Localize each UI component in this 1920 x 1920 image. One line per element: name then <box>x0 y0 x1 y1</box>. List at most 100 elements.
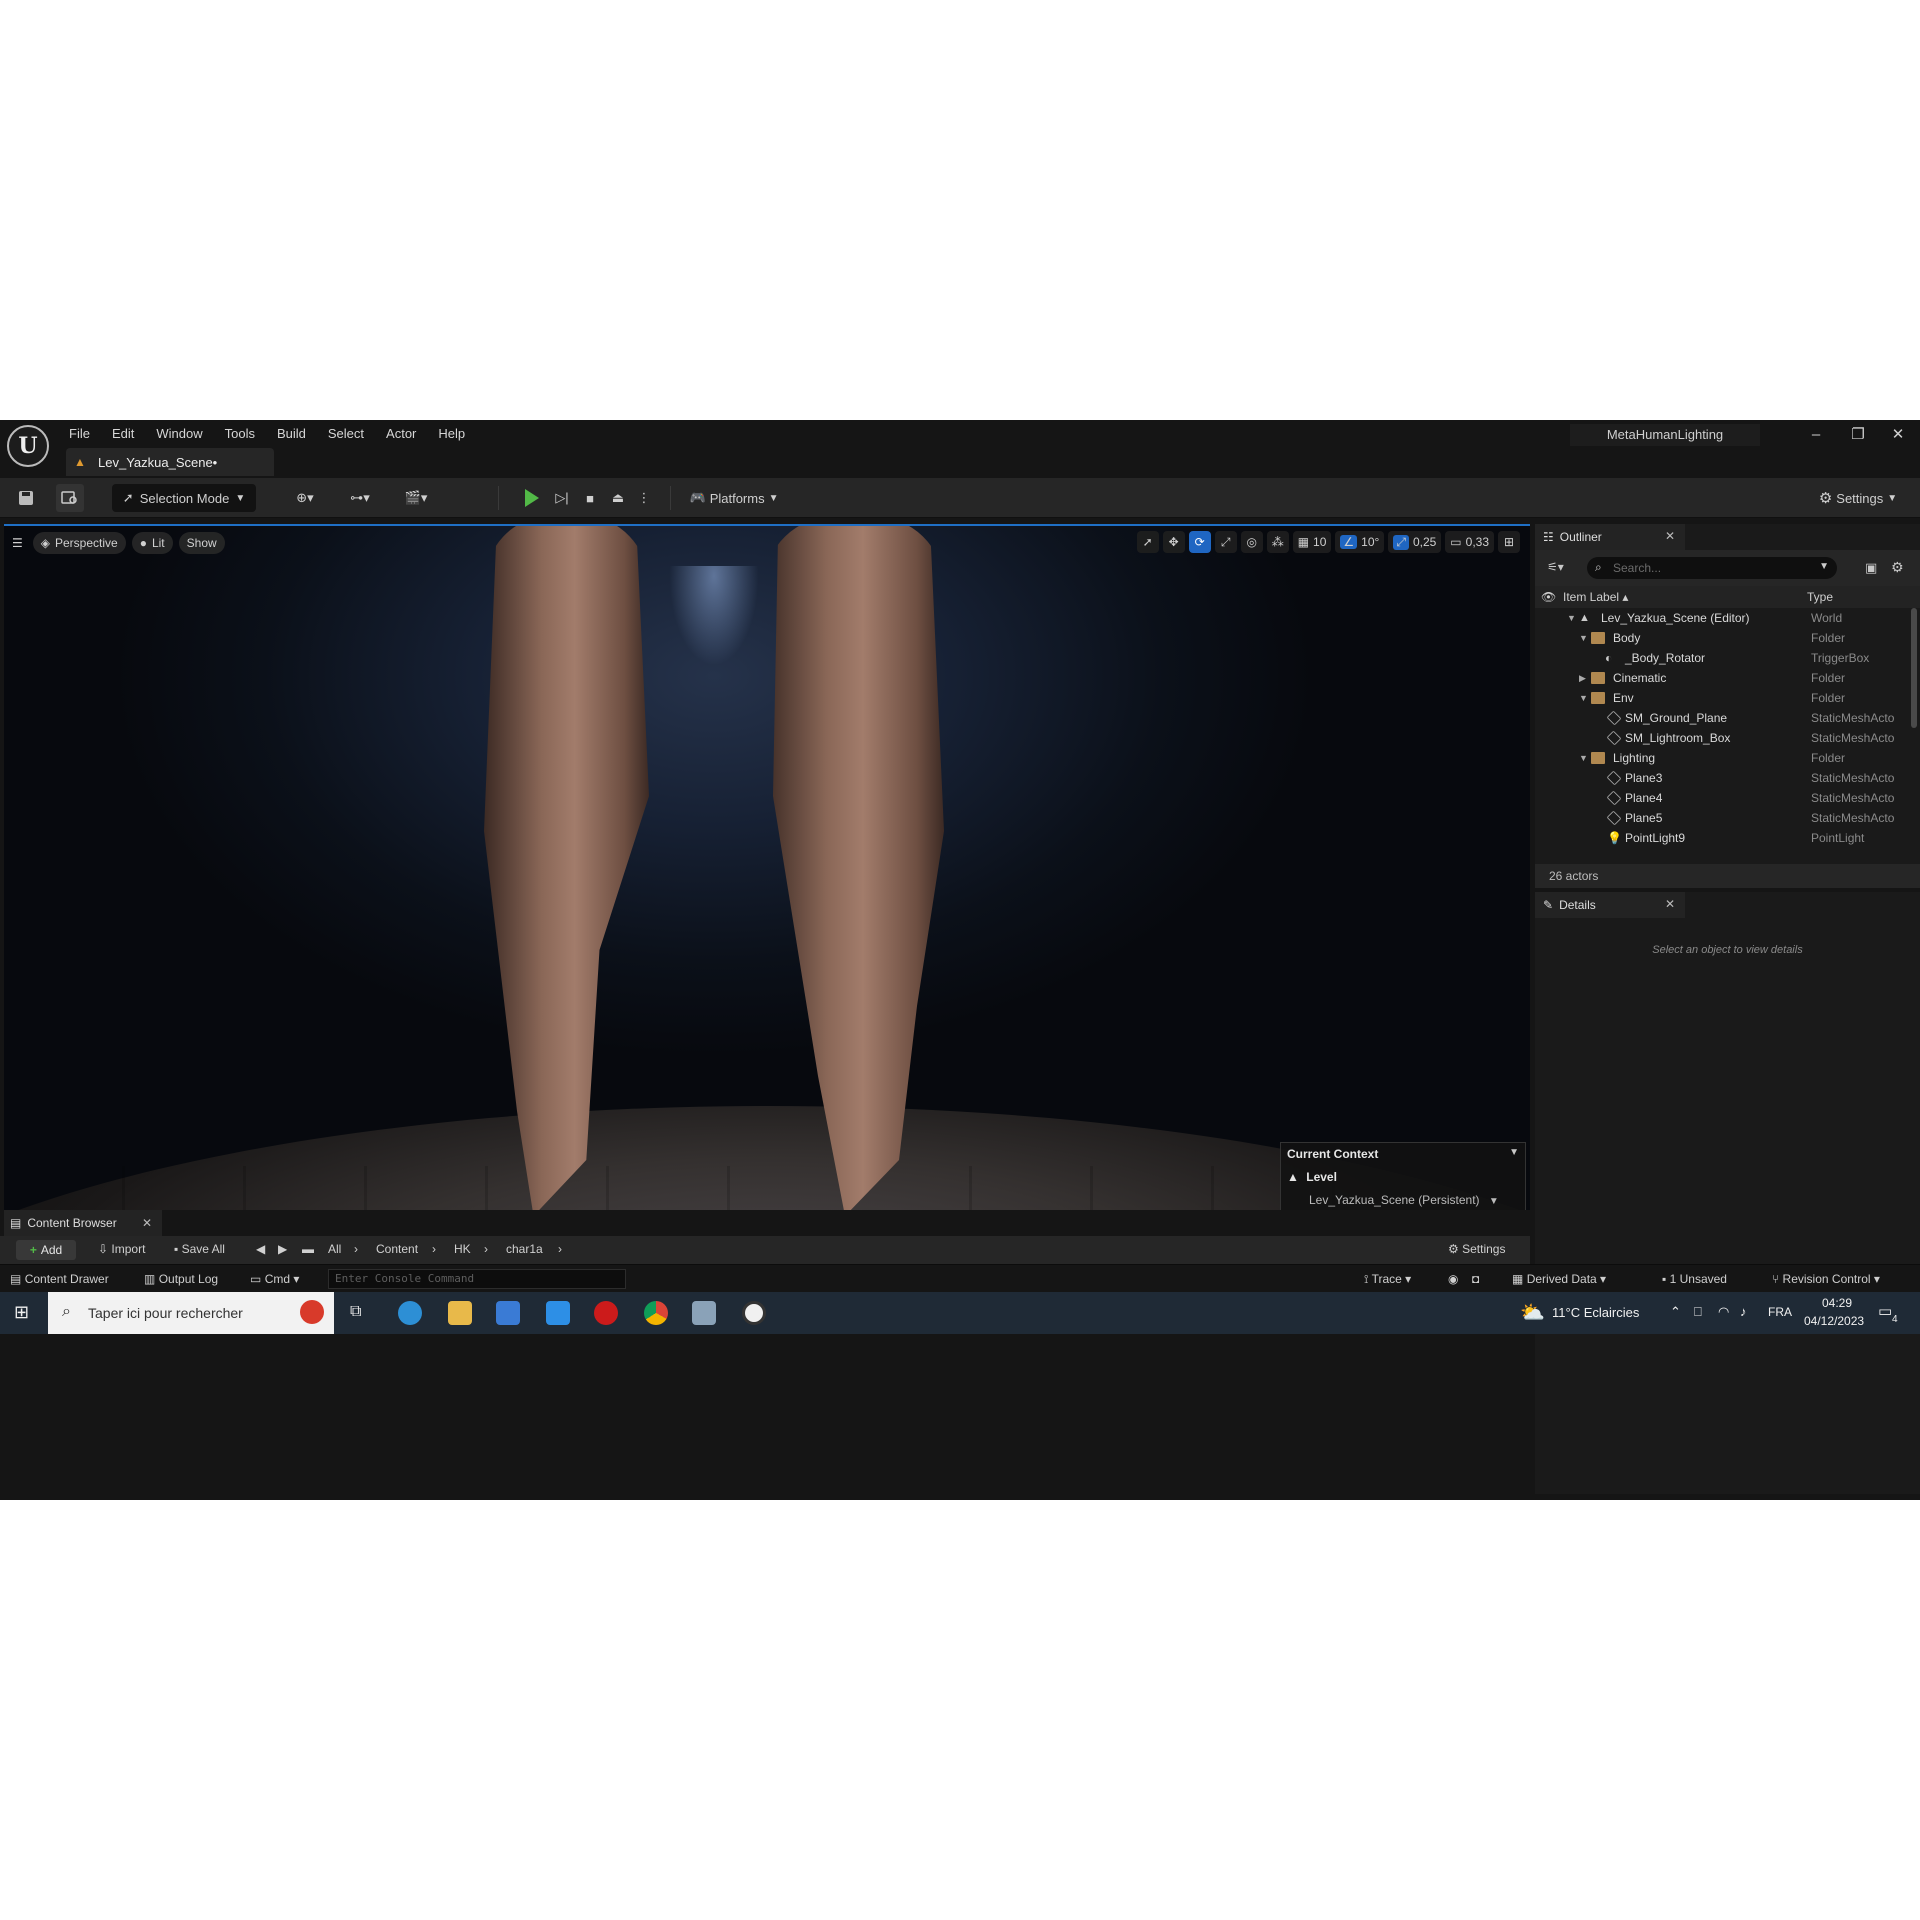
breadcrumb-hk[interactable]: HK <box>454 1242 471 1256</box>
trace-dropdown[interactable]: ⟟ Trace ▾ <box>1364 1272 1411 1287</box>
add-actor-icon[interactable]: ⊕▾ <box>286 484 324 512</box>
mail-icon[interactable] <box>546 1301 570 1325</box>
platforms-dropdown[interactable]: 🎮 Platforms ▼ <box>684 484 784 512</box>
clock-time[interactable]: 04:29 <box>1822 1296 1852 1310</box>
rotation-snap-button[interactable]: ∠ 10° <box>1335 531 1385 553</box>
forward-icon[interactable]: ▶ <box>278 1242 287 1256</box>
add-folder-icon[interactable]: ▣ <box>1865 560 1877 576</box>
cinematics-icon[interactable]: 🎬▾ <box>396 484 436 512</box>
unreal-logo-icon[interactable]: U <box>7 425 49 467</box>
save-all-button[interactable]: ▪ Save All <box>174 1242 225 1256</box>
weather-icon[interactable]: ⛅ <box>1520 1300 1545 1325</box>
revision-control-dropdown[interactable]: ⑂ Revision Control ▾ <box>1772 1272 1880 1286</box>
more-options-icon[interactable]: ⋮ <box>634 484 654 512</box>
close-icon[interactable]: ✕ <box>142 1216 152 1230</box>
list-item[interactable]: ▼ Lighting Folder <box>1535 748 1909 768</box>
record-icon[interactable]: ◉ <box>1448 1272 1458 1286</box>
clock-date[interactable]: 04/12/2023 <box>1804 1314 1864 1328</box>
outliner-scrollbar[interactable] <box>1911 608 1917 728</box>
browse-icon[interactable] <box>56 484 84 512</box>
close-icon[interactable]: ✕ <box>1665 897 1675 911</box>
level-document-tab[interactable]: ▲ Lev_Yazkua_Scene• <box>66 448 274 476</box>
opera-icon[interactable] <box>594 1301 618 1325</box>
perspective-button[interactable]: ◈ Perspective <box>32 532 126 554</box>
console-command-input[interactable]: Enter Console Command <box>328 1269 626 1289</box>
expand-arrow-icon[interactable]: ▼ <box>1567 608 1576 628</box>
level-viewport[interactable]: ☰ ◈ Perspective ● Lit Show ➚ ✥ ⟳ ⤢ ◎ ⁂ ▦… <box>4 524 1530 1210</box>
breadcrumb-char1a[interactable]: char1a <box>506 1242 543 1256</box>
camera-speed-button[interactable]: ▭ 0,33 <box>1445 531 1494 553</box>
selection-mode-dropdown[interactable]: ➚ Selection Mode ▼ <box>112 484 256 512</box>
chevron-up-icon[interactable]: ⌃ <box>1670 1304 1681 1320</box>
list-item[interactable]: ▼ ▲ Lev_Yazkua_Scene (Editor) World <box>1535 608 1909 628</box>
device-icon[interactable]: ⎕ <box>1694 1304 1702 1320</box>
viewport-menu-icon[interactable]: ☰ <box>8 532 27 554</box>
move-tool-icon[interactable]: ✥ <box>1162 531 1185 553</box>
chevron-down-icon[interactable]: ▼ <box>1509 1147 1519 1158</box>
rotate-tool-icon[interactable]: ⟳ <box>1188 531 1211 553</box>
list-item[interactable]: Plane5 StaticMeshActo <box>1535 808 1909 828</box>
wifi-icon[interactable]: ◠ <box>1718 1304 1729 1320</box>
eject-icon[interactable]: ⏏ <box>606 484 630 512</box>
expand-arrow-icon[interactable]: ▼ <box>1579 748 1588 768</box>
visibility-eye-icon[interactable]: 👁 <box>1541 590 1556 604</box>
menu-tools[interactable]: Tools <box>214 424 266 444</box>
select-tool-icon[interactable]: ➚ <box>1136 531 1159 553</box>
list-item[interactable]: ▼ Env Folder <box>1535 688 1909 708</box>
outliner-tab[interactable]: ☷ Outliner ✕ <box>1535 524 1685 550</box>
content-browser-tab[interactable]: ▤ Content Browser ✕ <box>4 1210 162 1236</box>
outliner-settings-icon[interactable]: ⚙ <box>1891 559 1904 576</box>
derived-data-dropdown[interactable]: ▦ Derived Data ▾ <box>1512 1272 1606 1286</box>
windows-start-icon[interactable]: ⊞ <box>14 1302 29 1323</box>
store-icon[interactable] <box>496 1301 520 1325</box>
menu-edit[interactable]: Edit <box>101 424 145 444</box>
app-window-icon[interactable] <box>692 1301 716 1325</box>
list-item[interactable]: ◐ _Body_Rotator TriggerBox <box>1535 648 1909 668</box>
weather-text[interactable]: 11°C Eclaircies <box>1552 1305 1639 1320</box>
import-button[interactable]: ⇩ Import <box>98 1242 145 1256</box>
folder-icon[interactable]: ▬ <box>302 1242 314 1256</box>
grid-snap-button[interactable]: ▦ 10 <box>1292 531 1332 553</box>
menu-build[interactable]: Build <box>266 424 317 444</box>
lit-button[interactable]: ● Lit <box>131 532 173 554</box>
scale-tool-icon[interactable]: ⤢ <box>1214 531 1237 553</box>
cmd-dropdown[interactable]: ▭ Cmd ▾ <box>250 1272 299 1286</box>
language-indicator[interactable]: FRA <box>1768 1305 1792 1319</box>
list-item[interactable]: ▶ Cinematic Folder <box>1535 668 1909 688</box>
layout-icon[interactable]: ⊞ <box>1498 531 1520 553</box>
menu-select[interactable]: Select <box>317 424 375 444</box>
outliner-search-input[interactable]: ⌕ Search... ▼ <box>1587 557 1837 579</box>
column-item-label[interactable]: Item Label ▴ <box>1563 590 1628 604</box>
volume-icon[interactable]: ♪ <box>1740 1304 1747 1319</box>
step-icon[interactable]: ▷| <box>550 484 574 512</box>
chevron-down-icon[interactable]: ▼ <box>1819 561 1829 572</box>
scale-snap-button[interactable]: ⤢ 0,25 <box>1388 531 1442 553</box>
taskbar-search-input[interactable]: ⌕ Taper ici pour rechercher <box>48 1292 334 1334</box>
details-tab[interactable]: ✎ Details ✕ <box>1535 892 1685 918</box>
list-item[interactable]: Plane3 StaticMeshActo <box>1535 768 1909 788</box>
list-item[interactable]: Plane4 StaticMeshActo <box>1535 788 1909 808</box>
stop-icon[interactable]: ■ <box>578 484 602 512</box>
menu-file[interactable]: File <box>58 424 101 444</box>
persistent-level-dropdown[interactable]: Lev_Yazkua_Scene (Persistent) ▼ <box>1309 1193 1499 1207</box>
output-log-button[interactable]: ▥ Output Log <box>144 1272 218 1286</box>
edge-icon[interactable] <box>398 1301 422 1325</box>
add-button[interactable]: + Add <box>16 1240 76 1260</box>
menu-actor[interactable]: Actor <box>375 424 427 444</box>
file-explorer-icon[interactable] <box>448 1301 472 1325</box>
expand-arrow-icon[interactable]: ▼ <box>1579 688 1588 708</box>
column-type[interactable]: Type <box>1807 590 1833 604</box>
world-space-icon[interactable]: ◎ <box>1240 531 1263 553</box>
breadcrumb-content[interactable]: Content <box>376 1242 418 1256</box>
surface-snap-icon[interactable]: ⁂ <box>1266 531 1289 553</box>
close-icon[interactable]: ✕ <box>1665 529 1675 543</box>
character-left-leg[interactable] <box>484 526 649 1210</box>
notifications-icon[interactable]: ▭ <box>1878 1302 1892 1320</box>
list-item[interactable]: ▼ Body Folder <box>1535 628 1909 648</box>
chrome-icon[interactable] <box>644 1301 668 1325</box>
save-icon[interactable] <box>14 484 38 512</box>
menu-help[interactable]: Help <box>427 424 476 444</box>
content-drawer-button[interactable]: ▤ Content Drawer <box>10 1272 109 1286</box>
play-icon[interactable] <box>520 484 544 512</box>
blueprint-icon[interactable]: ⊶▾ <box>340 484 380 512</box>
